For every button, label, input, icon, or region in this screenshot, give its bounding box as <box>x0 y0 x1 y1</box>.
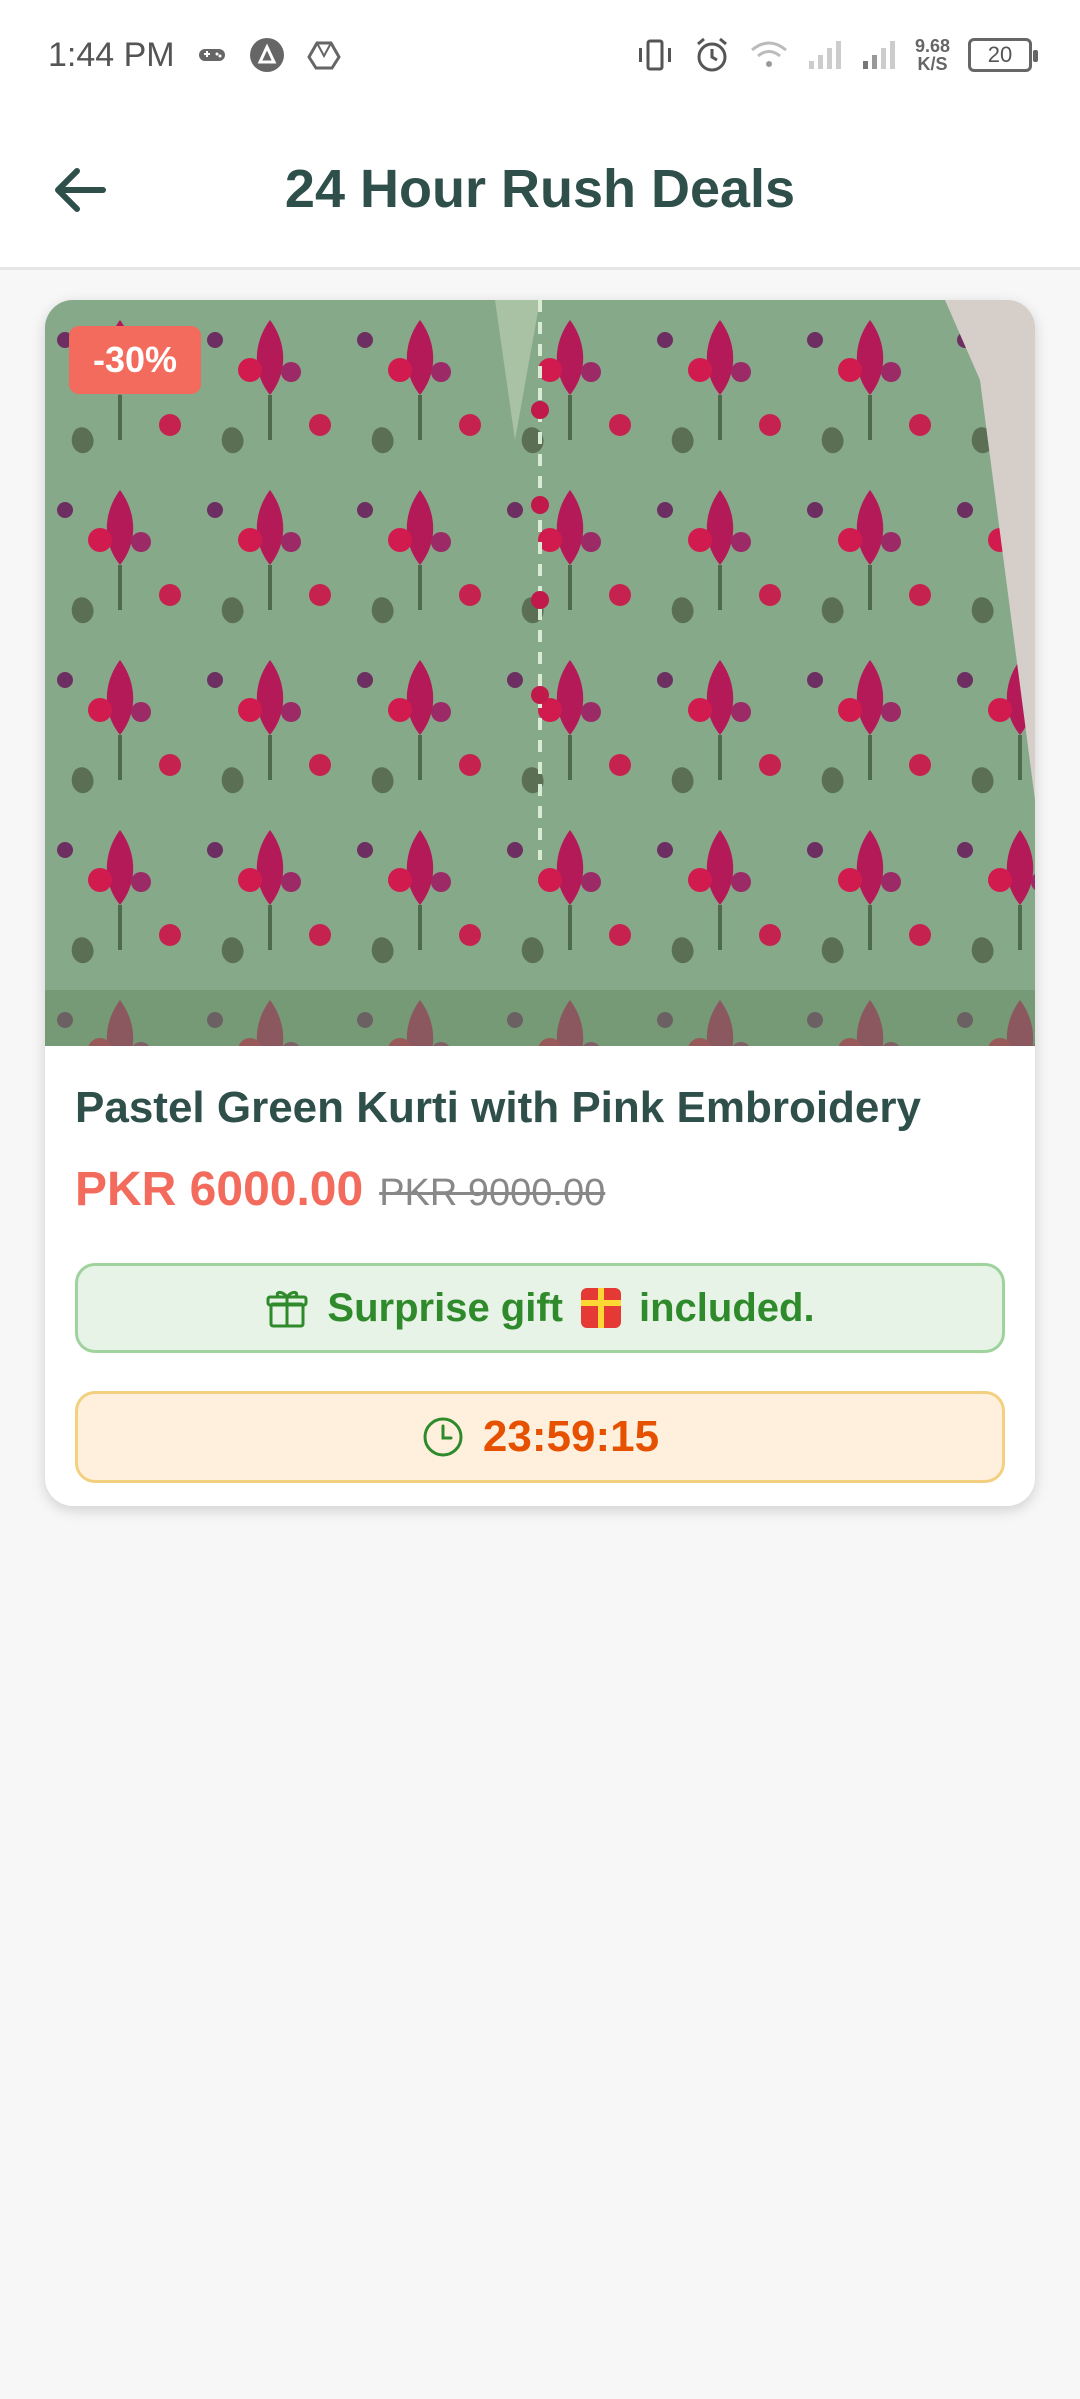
arrow-left-icon <box>55 168 106 212</box>
alarm-icon <box>693 36 731 74</box>
gift-text-prefix: Surprise gift <box>327 1285 563 1330</box>
product-title[interactable]: Pastel Green Kurti with Pink Embroidery <box>75 1078 1005 1138</box>
wifi-icon <box>749 38 789 72</box>
signal-icon <box>807 39 843 71</box>
clock-icon <box>423 1417 463 1457</box>
network-speed: 9.68 K/S <box>915 37 950 73</box>
gift-icon <box>266 1290 308 1328</box>
vibrate-icon <box>635 38 675 72</box>
status-bar: 1:44 PM 9.68 K/S 20 <box>0 0 1080 110</box>
network-speed-unit: K/S <box>917 54 948 74</box>
app-notification-icon <box>249 37 285 73</box>
gamepad-icon <box>197 44 227 66</box>
network-speed-value: 9.68 <box>914 36 950 56</box>
app-bar: 24 Hour Rush Deals <box>0 110 1080 270</box>
back-button[interactable] <box>40 150 120 230</box>
signal-icon <box>861 39 897 71</box>
countdown-value: 23:59:15 <box>482 1412 660 1461</box>
drive-icon <box>306 40 341 70</box>
discount-badge: -30% <box>69 326 201 394</box>
surprise-gift-banner: Surprise gift included. <box>75 1263 1005 1353</box>
sale-price: PKR 6000.00 <box>75 1163 364 1216</box>
status-time: 1:44 PM <box>48 35 175 74</box>
kurti-photo <box>45 300 1035 1046</box>
deal-card[interactable]: -30% Pastel Green Kurti with Pink Embroi… <box>45 300 1035 1506</box>
gift-emoji-icon <box>581 1288 621 1328</box>
original-price: PKR 9000.00 <box>379 1172 606 1214</box>
product-image[interactable]: -30% <box>45 300 1035 1046</box>
battery-icon: 20 <box>968 38 1038 72</box>
countdown-timer: 23:59:15 <box>75 1391 1005 1483</box>
deal-info: Pastel Green Kurti with Pink Embroidery … <box>45 1046 1035 1483</box>
page-title: 24 Hour Rush Deals <box>284 158 796 219</box>
price-row: PKR 6000.00 PKR 9000.00 <box>75 1162 1005 1217</box>
gift-text-suffix: included. <box>639 1285 815 1330</box>
